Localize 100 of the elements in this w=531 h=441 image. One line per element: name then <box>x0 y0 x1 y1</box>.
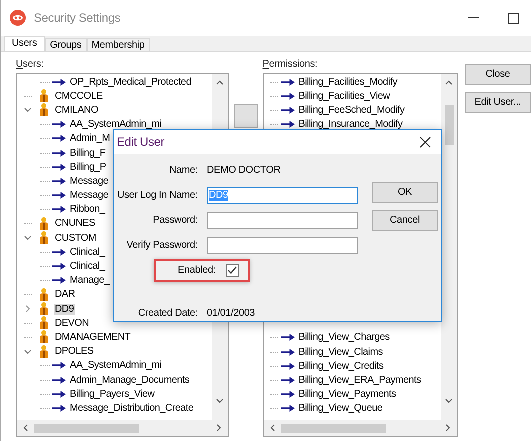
arrow-icon <box>280 404 295 414</box>
permission-item[interactable]: Billing_Facilities_Modify <box>298 76 398 88</box>
minimize-icon[interactable] <box>468 17 479 19</box>
user-item[interactable]: CMCCOLE <box>54 90 104 102</box>
user-item[interactable]: CMILANO <box>54 104 100 116</box>
permission-item[interactable]: Billing_View_Payments <box>298 389 398 400</box>
input-field[interactable] <box>207 212 358 229</box>
scroll-thumb[interactable] <box>444 105 454 145</box>
arrow-icon <box>52 191 66 200</box>
chevron-icon[interactable] <box>24 348 32 356</box>
scroll-right-icon[interactable] <box>446 424 451 432</box>
tab[interactable]: Groups <box>45 38 87 51</box>
permission-item[interactable]: Admin_Manage_Documents <box>69 374 191 386</box>
permission-item[interactable]: Billing_View_Credits <box>298 360 385 372</box>
user-icon <box>39 330 49 344</box>
arrow-icon <box>280 78 295 87</box>
arrow-icon <box>280 390 295 400</box>
permission-item[interactable]: OP_Rpts_Medical_Protected <box>69 76 192 88</box>
horizontal-scrollbar[interactable] <box>264 420 457 436</box>
arrow-icon <box>280 348 295 357</box>
arrow-icon <box>52 390 66 399</box>
user-icon <box>39 344 49 359</box>
close-icon[interactable] <box>420 136 431 148</box>
permission-item[interactable]: Billing_F <box>69 148 107 159</box>
arrow-icon <box>280 362 295 371</box>
tab[interactable]: Users <box>4 36 46 51</box>
arrow-icon <box>52 376 66 385</box>
dialog-button[interactable]: Edit User... <box>465 92 531 113</box>
scroll-up-icon[interactable] <box>445 80 453 85</box>
arrow-icon <box>52 404 66 413</box>
arrow-icon <box>52 78 66 87</box>
vertical-scrollbar[interactable] <box>441 74 457 420</box>
permission-item[interactable]: AA_SystemAdmin_mi <box>69 119 163 130</box>
maximize-icon[interactable] <box>508 12 519 24</box>
user-icon <box>39 216 49 231</box>
dialog-button[interactable]: OK <box>372 182 438 203</box>
input-field[interactable] <box>207 237 358 254</box>
dialog-button[interactable]: Cancel <box>372 210 438 231</box>
user-item[interactable]: CNUNES <box>54 218 96 230</box>
user-item[interactable]: DD9 <box>54 304 76 315</box>
user-icon <box>39 89 49 104</box>
app-logo-icon <box>10 10 26 26</box>
tab[interactable]: Membership <box>86 38 150 51</box>
scroll-left-icon[interactable] <box>23 424 28 432</box>
permission-item[interactable]: Clinical_ <box>69 261 106 272</box>
permission-item[interactable]: Billing_View_Charges <box>298 332 391 344</box>
permission-item[interactable]: Billing_Facilities_View <box>298 90 392 102</box>
chevron-icon[interactable] <box>24 234 32 242</box>
horizontal-scrollbar[interactable] <box>17 420 228 436</box>
arrow-icon <box>52 262 66 272</box>
arrow-icon <box>52 248 66 257</box>
chevron-icon[interactable] <box>24 106 32 114</box>
created-label: Created Date: <box>137 308 198 319</box>
user-icon <box>39 316 49 330</box>
created-value: 01/01/2003 <box>207 308 256 319</box>
field-label: User Log In Name: <box>116 190 198 201</box>
permission-item[interactable]: Billing_P <box>69 162 108 173</box>
scroll-left-icon[interactable] <box>270 424 275 432</box>
arrow-icon <box>280 92 295 101</box>
arrow-icon <box>52 148 66 158</box>
permission-item[interactable]: Billing_View_Queue <box>298 403 384 414</box>
arrow-icon <box>280 120 295 130</box>
permission-item[interactable]: AA_SystemAdmin_mi <box>69 360 163 372</box>
user-item[interactable]: DPOLES <box>54 346 95 358</box>
enabled-label: Enabled: <box>178 265 216 276</box>
permission-item[interactable]: Billing_Payers_View <box>69 388 156 400</box>
permission-item[interactable]: Billing_FeeSched_Modify <box>298 104 406 116</box>
permission-item[interactable]: Clinical_ <box>69 246 106 258</box>
permission-item[interactable]: Billing_Insurance_Modify <box>298 119 404 130</box>
arrow-icon <box>52 134 66 144</box>
permission-item[interactable]: Billing_View_ERA_Payments <box>298 374 422 386</box>
user-item[interactable]: DAR <box>54 289 76 300</box>
arrow-icon <box>280 333 295 342</box>
user-item[interactable]: DMANAGEMENT <box>54 332 132 343</box>
permission-item[interactable]: Billing_View_Claims <box>298 346 384 358</box>
scroll-down-icon[interactable] <box>216 399 224 404</box>
arrow-icon <box>52 162 66 172</box>
permission-item[interactable]: Message_Distribution_Create <box>69 402 195 414</box>
arrow-icon <box>52 120 66 130</box>
permission-item[interactable]: Message <box>69 190 110 202</box>
scroll-right-icon[interactable] <box>217 424 222 432</box>
enabled-checkbox[interactable] <box>226 264 239 277</box>
user-icon <box>39 103 49 118</box>
permission-item[interactable]: Ribbon_ <box>69 204 106 216</box>
user-item[interactable]: DEVON <box>54 318 90 329</box>
user-item[interactable]: CUSTOM <box>54 232 98 244</box>
permissions-label: Permissions: <box>262 59 319 72</box>
name-label: Name: <box>168 165 198 176</box>
permission-item[interactable]: Admin_M <box>69 133 112 144</box>
scroll-down-icon[interactable] <box>445 399 453 404</box>
field-label: Password: <box>152 215 198 226</box>
dialog-title: Edit User <box>117 135 165 149</box>
permission-item[interactable]: Manage_ <box>69 275 111 286</box>
scroll-up-icon[interactable] <box>216 80 224 85</box>
name-value: DEMO DOCTOR <box>207 165 281 176</box>
chevron-icon[interactable] <box>24 305 32 314</box>
user-icon <box>39 231 49 246</box>
arrow-icon <box>52 205 66 214</box>
permission-item[interactable]: Message <box>69 176 110 187</box>
dialog-button[interactable]: Close <box>465 64 531 85</box>
